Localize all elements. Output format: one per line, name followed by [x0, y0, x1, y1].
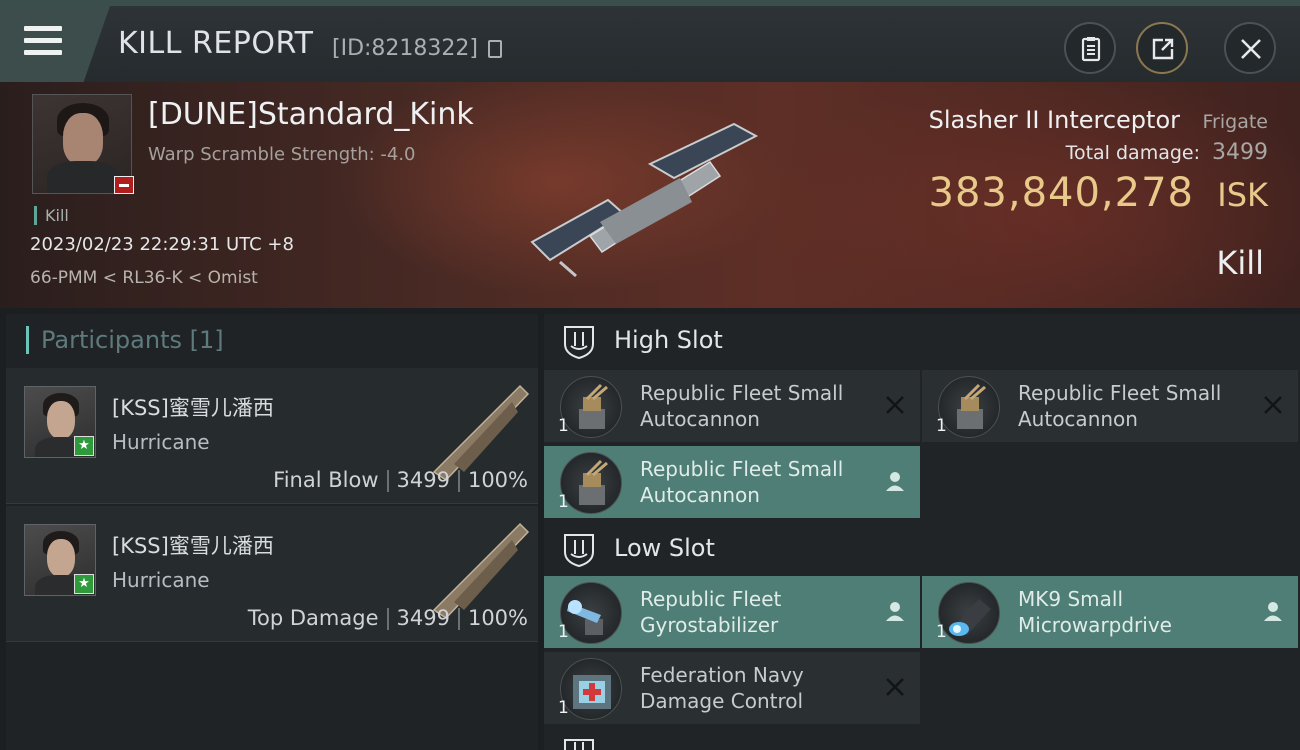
module-name: Republic Fleet Gyrostabilizer: [640, 587, 782, 637]
module-quantity: 1: [936, 416, 947, 436]
autocannon-icon: [938, 376, 1000, 438]
victim-ship-image: [530, 122, 759, 278]
damage-control-icon: [560, 658, 622, 720]
module-name: Republic Fleet Small Autocannon: [640, 457, 844, 507]
total-damage-value: 3499: [1212, 140, 1268, 165]
isk-unit: ISK: [1217, 176, 1268, 214]
destroyed-icon: [886, 396, 904, 414]
star-icon: ★: [74, 436, 94, 456]
low-slot-header: Low Slot: [544, 522, 1300, 578]
participant-stats: Top Damage 3499 100%: [248, 606, 528, 630]
participant-percent: 100%: [467, 606, 528, 630]
module-quantity: 1: [558, 416, 569, 436]
participant-damage: 3499: [396, 468, 450, 492]
minus-badge-icon: [114, 176, 134, 194]
participant-name: [KSS]蜜雪儿潘西: [112, 396, 274, 420]
high-slot-icon: [564, 326, 594, 360]
module-item[interactable]: 1 MK9 Small Microwarpdrive: [922, 576, 1298, 648]
destroyed-icon: [1264, 396, 1282, 414]
victim-banner: [DUNE]Standard_Kink Warp Scramble Streng…: [0, 82, 1300, 308]
participant-ship: Hurricane: [112, 430, 210, 454]
kill-tag: Kill: [34, 206, 69, 225]
star-icon: ★: [74, 574, 94, 594]
autocannon-icon: [560, 452, 622, 514]
victim-name[interactable]: [DUNE]Standard_Kink: [148, 97, 474, 132]
kill-result: Kill: [1216, 244, 1264, 282]
low-slot-icon: [564, 534, 594, 568]
participant-percent: 100%: [467, 468, 528, 492]
close-icon: [1241, 39, 1261, 59]
person-icon: [886, 472, 904, 491]
page-title: KILL REPORT: [118, 26, 314, 61]
module-item[interactable]: 1 Federation Navy Damage Control: [544, 652, 920, 724]
report-id: [ID:8218322]: [332, 36, 478, 61]
victim-ship-class: Frigate: [1202, 111, 1268, 133]
clipboard-icon: [1081, 37, 1101, 62]
clipboard-button[interactable]: [1064, 22, 1116, 74]
share-button[interactable]: [1136, 22, 1188, 74]
microwarpdrive-icon: [938, 582, 1000, 644]
module-item[interactable]: 1 Republic Fleet Small Autocannon: [544, 446, 920, 518]
menu-button[interactable]: [0, 6, 110, 82]
module-quantity: 1: [558, 622, 569, 642]
module-name: Federation Navy Damage Control: [640, 663, 804, 713]
participant-name: [KSS]蜜雪儿潘西: [112, 534, 274, 558]
person-icon: [886, 602, 904, 621]
participant-ship-image: [432, 522, 530, 619]
menu-icon: [24, 26, 62, 56]
participant-row[interactable]: ★ [KSS]蜜雪儿潘西 Hurricane Top Damage 3499 100…: [6, 506, 538, 642]
low-slot-label: Low Slot: [614, 534, 715, 562]
close-button[interactable]: [1224, 22, 1276, 74]
warp-scramble-text: Warp Scramble Strength: -4.0: [148, 144, 416, 165]
participant-role: Final Blow: [273, 468, 379, 492]
header-bar: KILL REPORT [ID:8218322]: [0, 0, 1300, 82]
module-item[interactable]: 1 Republic Fleet Small Autocannon: [544, 370, 920, 442]
isk-value: 383,840,278: [928, 170, 1194, 216]
participant-ship-image: [432, 384, 530, 481]
kill-timestamp: 2023/02/23 22:29:31 UTC +8: [30, 234, 294, 255]
module-quantity: 1: [936, 622, 947, 642]
participant-stats: Final Blow 3499 100%: [273, 468, 528, 492]
destroyed-icon: [886, 678, 904, 696]
module-quantity: 1: [558, 698, 569, 718]
module-item[interactable]: 1 Republic Fleet Small Autocannon: [922, 370, 1298, 442]
participant-role: Top Damage: [247, 606, 379, 630]
module-item[interactable]: 1 Republic Fleet Gyrostabilizer: [544, 576, 920, 648]
module-quantity: 1: [558, 492, 569, 512]
participants-panel: Participants [1] ★ [KSS]蜜雪儿潘西 Hurricane …: [6, 314, 538, 750]
participant-row[interactable]: ★ [KSS]蜜雪儿潘西 Hurricane Final Blow 3499 100…: [6, 368, 538, 504]
module-name: Republic Fleet Small Autocannon: [640, 381, 844, 431]
person-icon: [1264, 602, 1282, 621]
module-name: MK9 Small Microwarpdrive: [1018, 587, 1172, 637]
participant-damage: 3499: [396, 606, 450, 630]
autocannon-icon: [560, 376, 622, 438]
high-slot-label: High Slot: [614, 326, 723, 354]
copy-icon[interactable]: [488, 40, 502, 58]
kill-location: 66-PMM < RL36-K < Omist: [30, 268, 258, 288]
next-slot-header: [544, 738, 1300, 750]
module-name: Republic Fleet Small Autocannon: [1018, 381, 1222, 431]
participants-title: Participants [1]: [26, 326, 224, 354]
participant-ship: Hurricane: [112, 568, 210, 592]
fitting-panel: High Slot 1 Republic Fleet Small Autocan…: [544, 314, 1300, 750]
gyrostabilizer-icon: [560, 582, 622, 644]
victim-ship-name[interactable]: Slasher II Interceptor: [929, 106, 1180, 134]
total-damage-label: Total damage:: [1065, 142, 1200, 164]
high-slot-header: High Slot: [544, 314, 1300, 370]
share-icon: [1152, 38, 1174, 60]
